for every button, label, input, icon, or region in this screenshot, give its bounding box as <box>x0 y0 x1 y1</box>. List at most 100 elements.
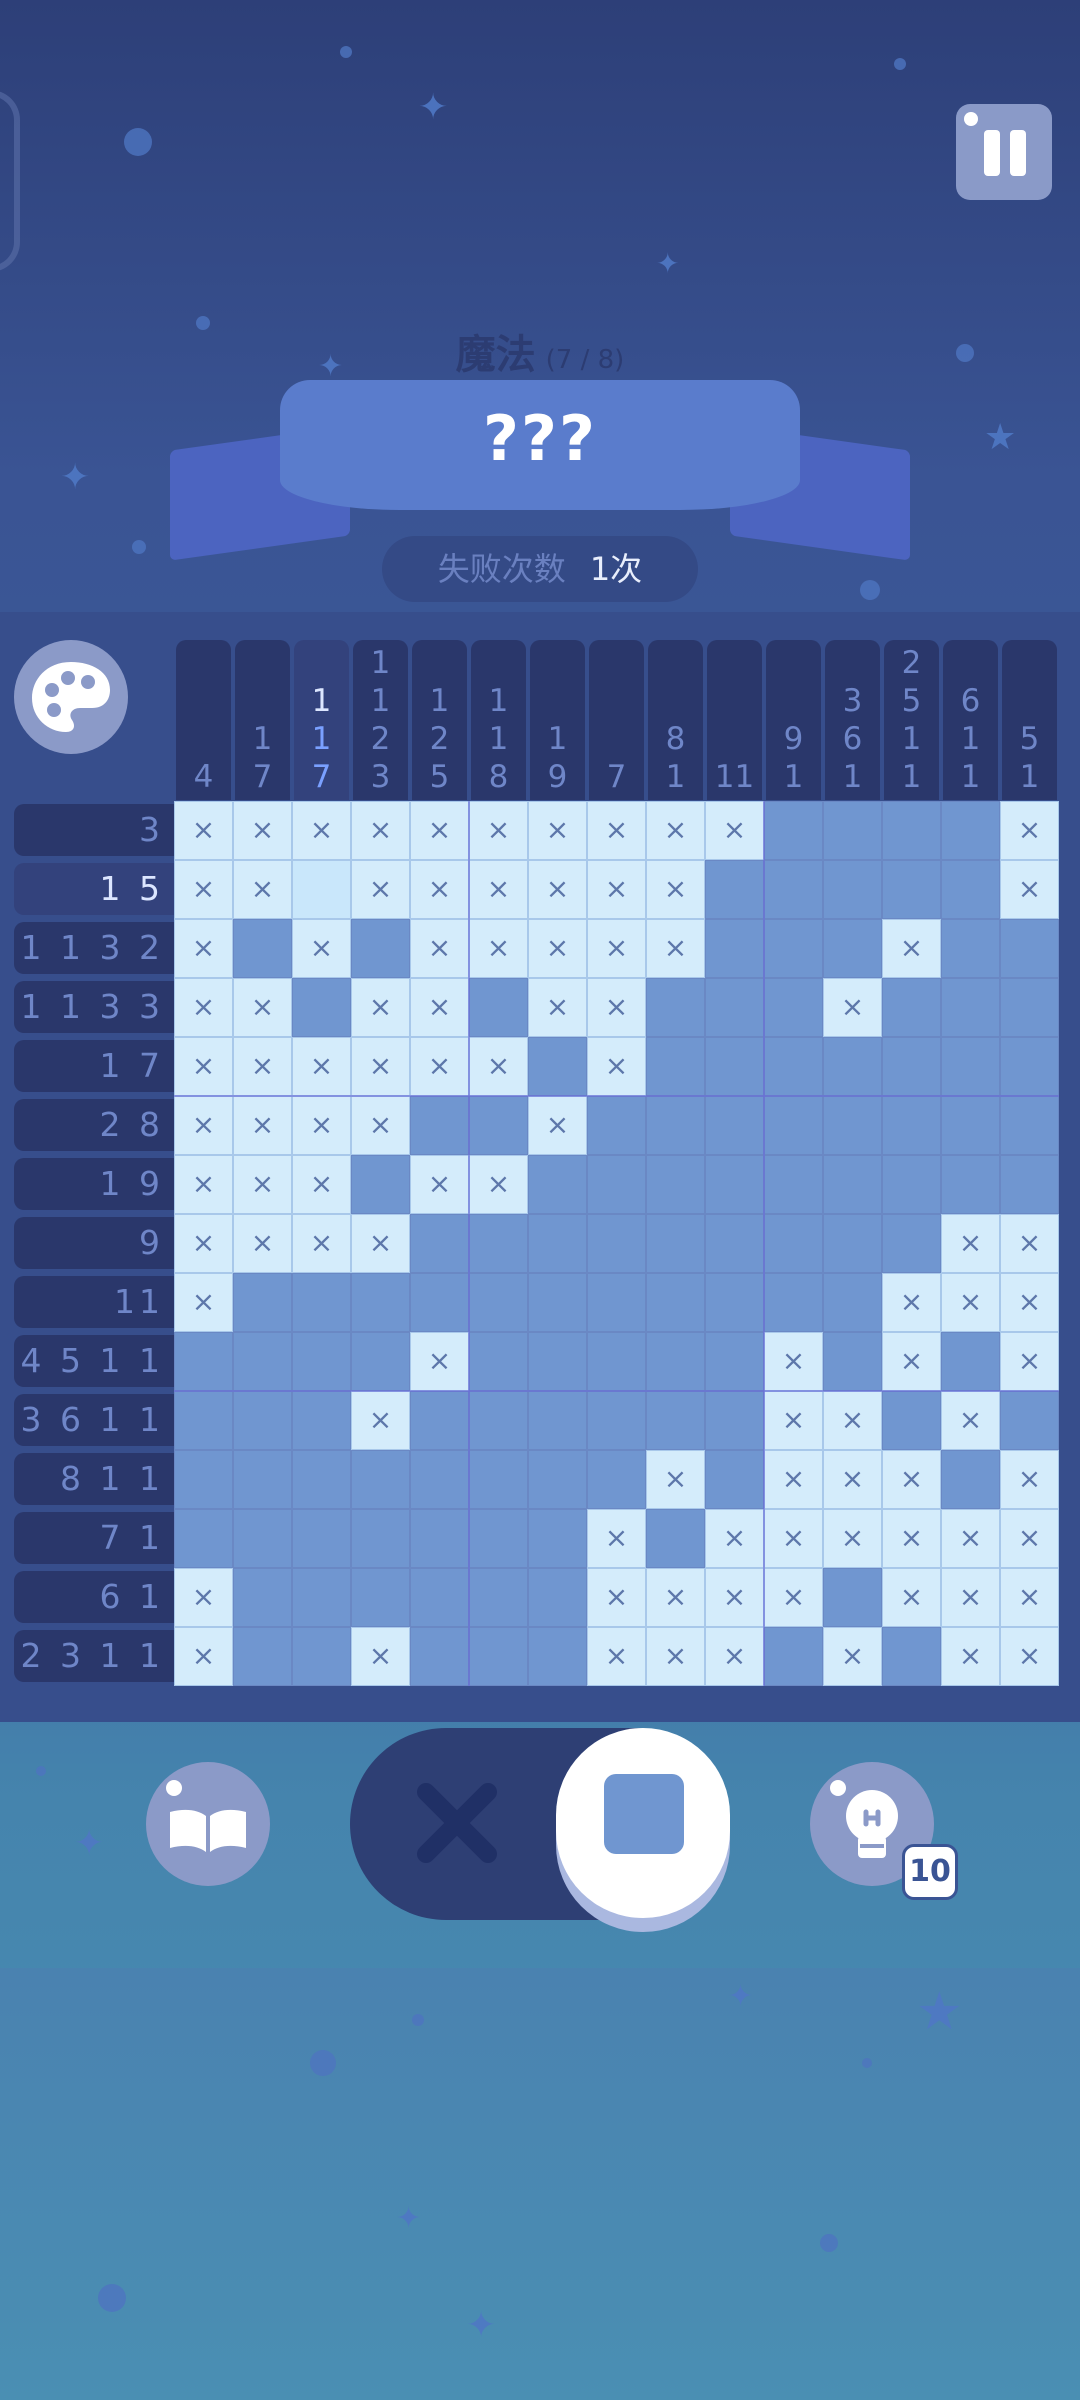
cell-filled[interactable] <box>469 1627 528 1686</box>
cell-filled[interactable] <box>292 1568 351 1627</box>
cell-filled[interactable] <box>233 1450 292 1509</box>
cell-crossed[interactable]: × <box>233 978 292 1037</box>
pause-button[interactable] <box>956 104 1052 200</box>
cell-crossed[interactable]: × <box>174 1568 233 1627</box>
cell-filled[interactable] <box>587 1214 646 1273</box>
cell-crossed[interactable]: × <box>1000 1627 1059 1686</box>
cell-filled[interactable] <box>587 1096 646 1155</box>
cell-filled[interactable] <box>941 1450 1000 1509</box>
guide-button[interactable] <box>146 1762 270 1886</box>
cell-filled[interactable] <box>882 1627 941 1686</box>
cell-crossed[interactable]: × <box>469 860 528 919</box>
cell-crossed[interactable]: × <box>1000 1214 1059 1273</box>
cell-filled[interactable] <box>351 1450 410 1509</box>
cell-filled[interactable] <box>882 1155 941 1214</box>
cell-crossed[interactable]: × <box>646 919 705 978</box>
cell-crossed[interactable]: × <box>292 1096 351 1155</box>
cell-filled[interactable] <box>233 1332 292 1391</box>
cell-crossed[interactable]: × <box>410 1037 469 1096</box>
cell-filled[interactable] <box>705 1096 764 1155</box>
cell-filled[interactable] <box>764 1273 823 1332</box>
cell-filled[interactable] <box>1000 978 1059 1037</box>
cell-filled[interactable] <box>233 1273 292 1332</box>
cell-filled[interactable] <box>823 1155 882 1214</box>
cell-crossed[interactable]: × <box>646 860 705 919</box>
cell-crossed[interactable]: × <box>882 1273 941 1332</box>
cell-crossed[interactable]: × <box>764 1391 823 1450</box>
cell-crossed[interactable]: × <box>351 1627 410 1686</box>
cell-filled[interactable] <box>882 978 941 1037</box>
cell-filled[interactable] <box>174 1450 233 1509</box>
cell-filled[interactable] <box>292 978 351 1037</box>
cell-crossed[interactable]: × <box>705 1627 764 1686</box>
cell-crossed[interactable]: × <box>233 1096 292 1155</box>
cell-crossed[interactable]: × <box>587 1568 646 1627</box>
cell-filled[interactable] <box>705 978 764 1037</box>
cell-filled[interactable] <box>410 1096 469 1155</box>
cell-filled[interactable] <box>941 801 1000 860</box>
cell-crossed[interactable]: × <box>469 919 528 978</box>
cell-filled[interactable] <box>705 919 764 978</box>
cell-filled[interactable] <box>646 1155 705 1214</box>
cell-filled[interactable] <box>292 1391 351 1450</box>
cell-filled[interactable] <box>941 1037 1000 1096</box>
cell-filled[interactable] <box>823 1332 882 1391</box>
cell-filled[interactable] <box>646 1332 705 1391</box>
cell-crossed[interactable]: × <box>941 1273 1000 1332</box>
cell-filled[interactable] <box>823 1273 882 1332</box>
cell-filled[interactable] <box>764 919 823 978</box>
cell-filled[interactable] <box>233 1509 292 1568</box>
cell-filled[interactable] <box>823 801 882 860</box>
cell-filled[interactable] <box>646 1391 705 1450</box>
cell-crossed[interactable]: × <box>823 1627 882 1686</box>
cell-filled[interactable] <box>882 801 941 860</box>
cell-crossed[interactable]: × <box>292 1155 351 1214</box>
cell-filled[interactable] <box>351 1332 410 1391</box>
cell-crossed[interactable]: × <box>941 1391 1000 1450</box>
side-menu-tab[interactable] <box>0 90 20 272</box>
cell-filled[interactable] <box>882 1096 941 1155</box>
cell-crossed[interactable]: × <box>528 860 587 919</box>
cell-crossed[interactable]: × <box>351 1037 410 1096</box>
cell-filled[interactable] <box>351 1509 410 1568</box>
cell-filled[interactable] <box>410 1509 469 1568</box>
cell-crossed[interactable]: × <box>705 1509 764 1568</box>
cell-filled[interactable] <box>528 1509 587 1568</box>
cell-filled[interactable] <box>705 1273 764 1332</box>
cell-filled[interactable] <box>410 1450 469 1509</box>
cell-crossed[interactable]: × <box>292 1214 351 1273</box>
cell-crossed[interactable]: × <box>410 860 469 919</box>
cell-filled[interactable] <box>1000 1037 1059 1096</box>
puzzle-grid[interactable]: × × × × × × × × × × × × × × × × × × × × × × × × × × × × × × × × × × × × × × × ×… <box>174 801 1059 1686</box>
cell-crossed[interactable]: × <box>174 978 233 1037</box>
cell-filled[interactable] <box>941 1155 1000 1214</box>
cell-filled[interactable] <box>823 1568 882 1627</box>
cell-filled[interactable] <box>469 1332 528 1391</box>
cell-filled[interactable] <box>292 1273 351 1332</box>
cell-crossed[interactable]: × <box>705 801 764 860</box>
cell-crossed[interactable]: × <box>469 1037 528 1096</box>
cell-filled[interactable] <box>528 1568 587 1627</box>
cell-filled[interactable] <box>292 1509 351 1568</box>
cell-filled[interactable] <box>1000 1096 1059 1155</box>
cell-crossed[interactable]: × <box>705 1568 764 1627</box>
cell-filled[interactable] <box>469 1273 528 1332</box>
cell-crossed[interactable]: × <box>1000 1273 1059 1332</box>
cell-filled[interactable] <box>587 1155 646 1214</box>
cell-crossed[interactable]: × <box>174 1273 233 1332</box>
cell-crossed[interactable]: × <box>528 801 587 860</box>
cell-filled[interactable] <box>1000 919 1059 978</box>
cell-filled[interactable] <box>1000 1155 1059 1214</box>
cell-crossed[interactable]: × <box>1000 860 1059 919</box>
cell-filled[interactable] <box>705 1155 764 1214</box>
cell-crossed[interactable]: × <box>174 1096 233 1155</box>
cell-filled[interactable] <box>469 1214 528 1273</box>
cell-crossed[interactable]: × <box>764 1509 823 1568</box>
palette-button[interactable] <box>14 640 128 754</box>
cell-filled[interactable] <box>351 1273 410 1332</box>
cell-filled[interactable] <box>882 860 941 919</box>
cell-crossed[interactable]: × <box>351 801 410 860</box>
cell-filled[interactable] <box>469 978 528 1037</box>
cell-crossed[interactable]: × <box>174 1214 233 1273</box>
cell-crossed[interactable]: × <box>882 1450 941 1509</box>
